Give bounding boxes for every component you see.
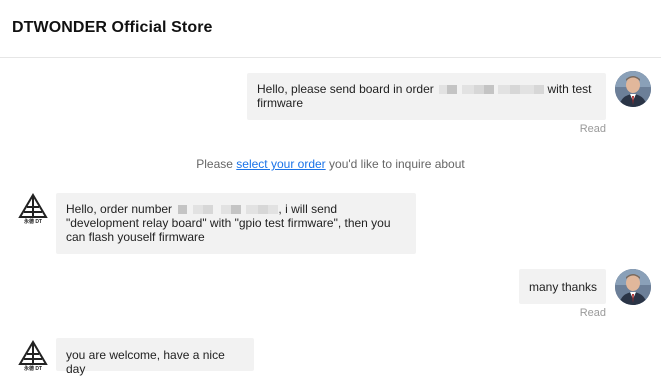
user-avatar-image: [615, 71, 651, 107]
store-logo-text: 永德 DT: [23, 366, 43, 372]
user-message-bubble: Hello, please send board in order with t…: [247, 73, 606, 120]
store-logo-avatar: 永德 DT: [18, 340, 48, 374]
notice-prefix: Please: [196, 157, 233, 171]
user-avatar-image: [615, 269, 651, 305]
read-status: Read: [579, 123, 606, 135]
notice-suffix: you'd like to inquire about: [329, 157, 465, 171]
store-message-bubble: you are welcome, have a nice day: [56, 338, 254, 376]
store-title: DTWONDER Official Store: [12, 19, 213, 36]
chat-header: DTWONDER Official Store: [0, 0, 661, 58]
store-message-bubble: Hello, order number , i will send "devel…: [56, 193, 416, 254]
store-logo-text: 永德 DT: [23, 219, 43, 225]
user-avatar: [615, 269, 651, 305]
user-message-bubble: many thanks: [519, 269, 606, 304]
select-order-link[interactable]: select your order: [236, 157, 325, 171]
store-logo-avatar: 永德 DT: [18, 193, 48, 227]
redacted-order-number: ,: [175, 202, 285, 216]
read-status: Read: [579, 307, 606, 319]
order-inquiry-notice: Please select your order you'd like to i…: [0, 157, 661, 171]
message-text: you are welcome, have a nice day: [66, 348, 225, 376]
user-avatar: [615, 71, 651, 107]
message-text: Hello, please send board in order: [257, 82, 434, 96]
redacted-order-number: [437, 82, 547, 96]
message-text: many thanks: [529, 280, 598, 294]
message-text: Hello, order number: [66, 202, 173, 216]
